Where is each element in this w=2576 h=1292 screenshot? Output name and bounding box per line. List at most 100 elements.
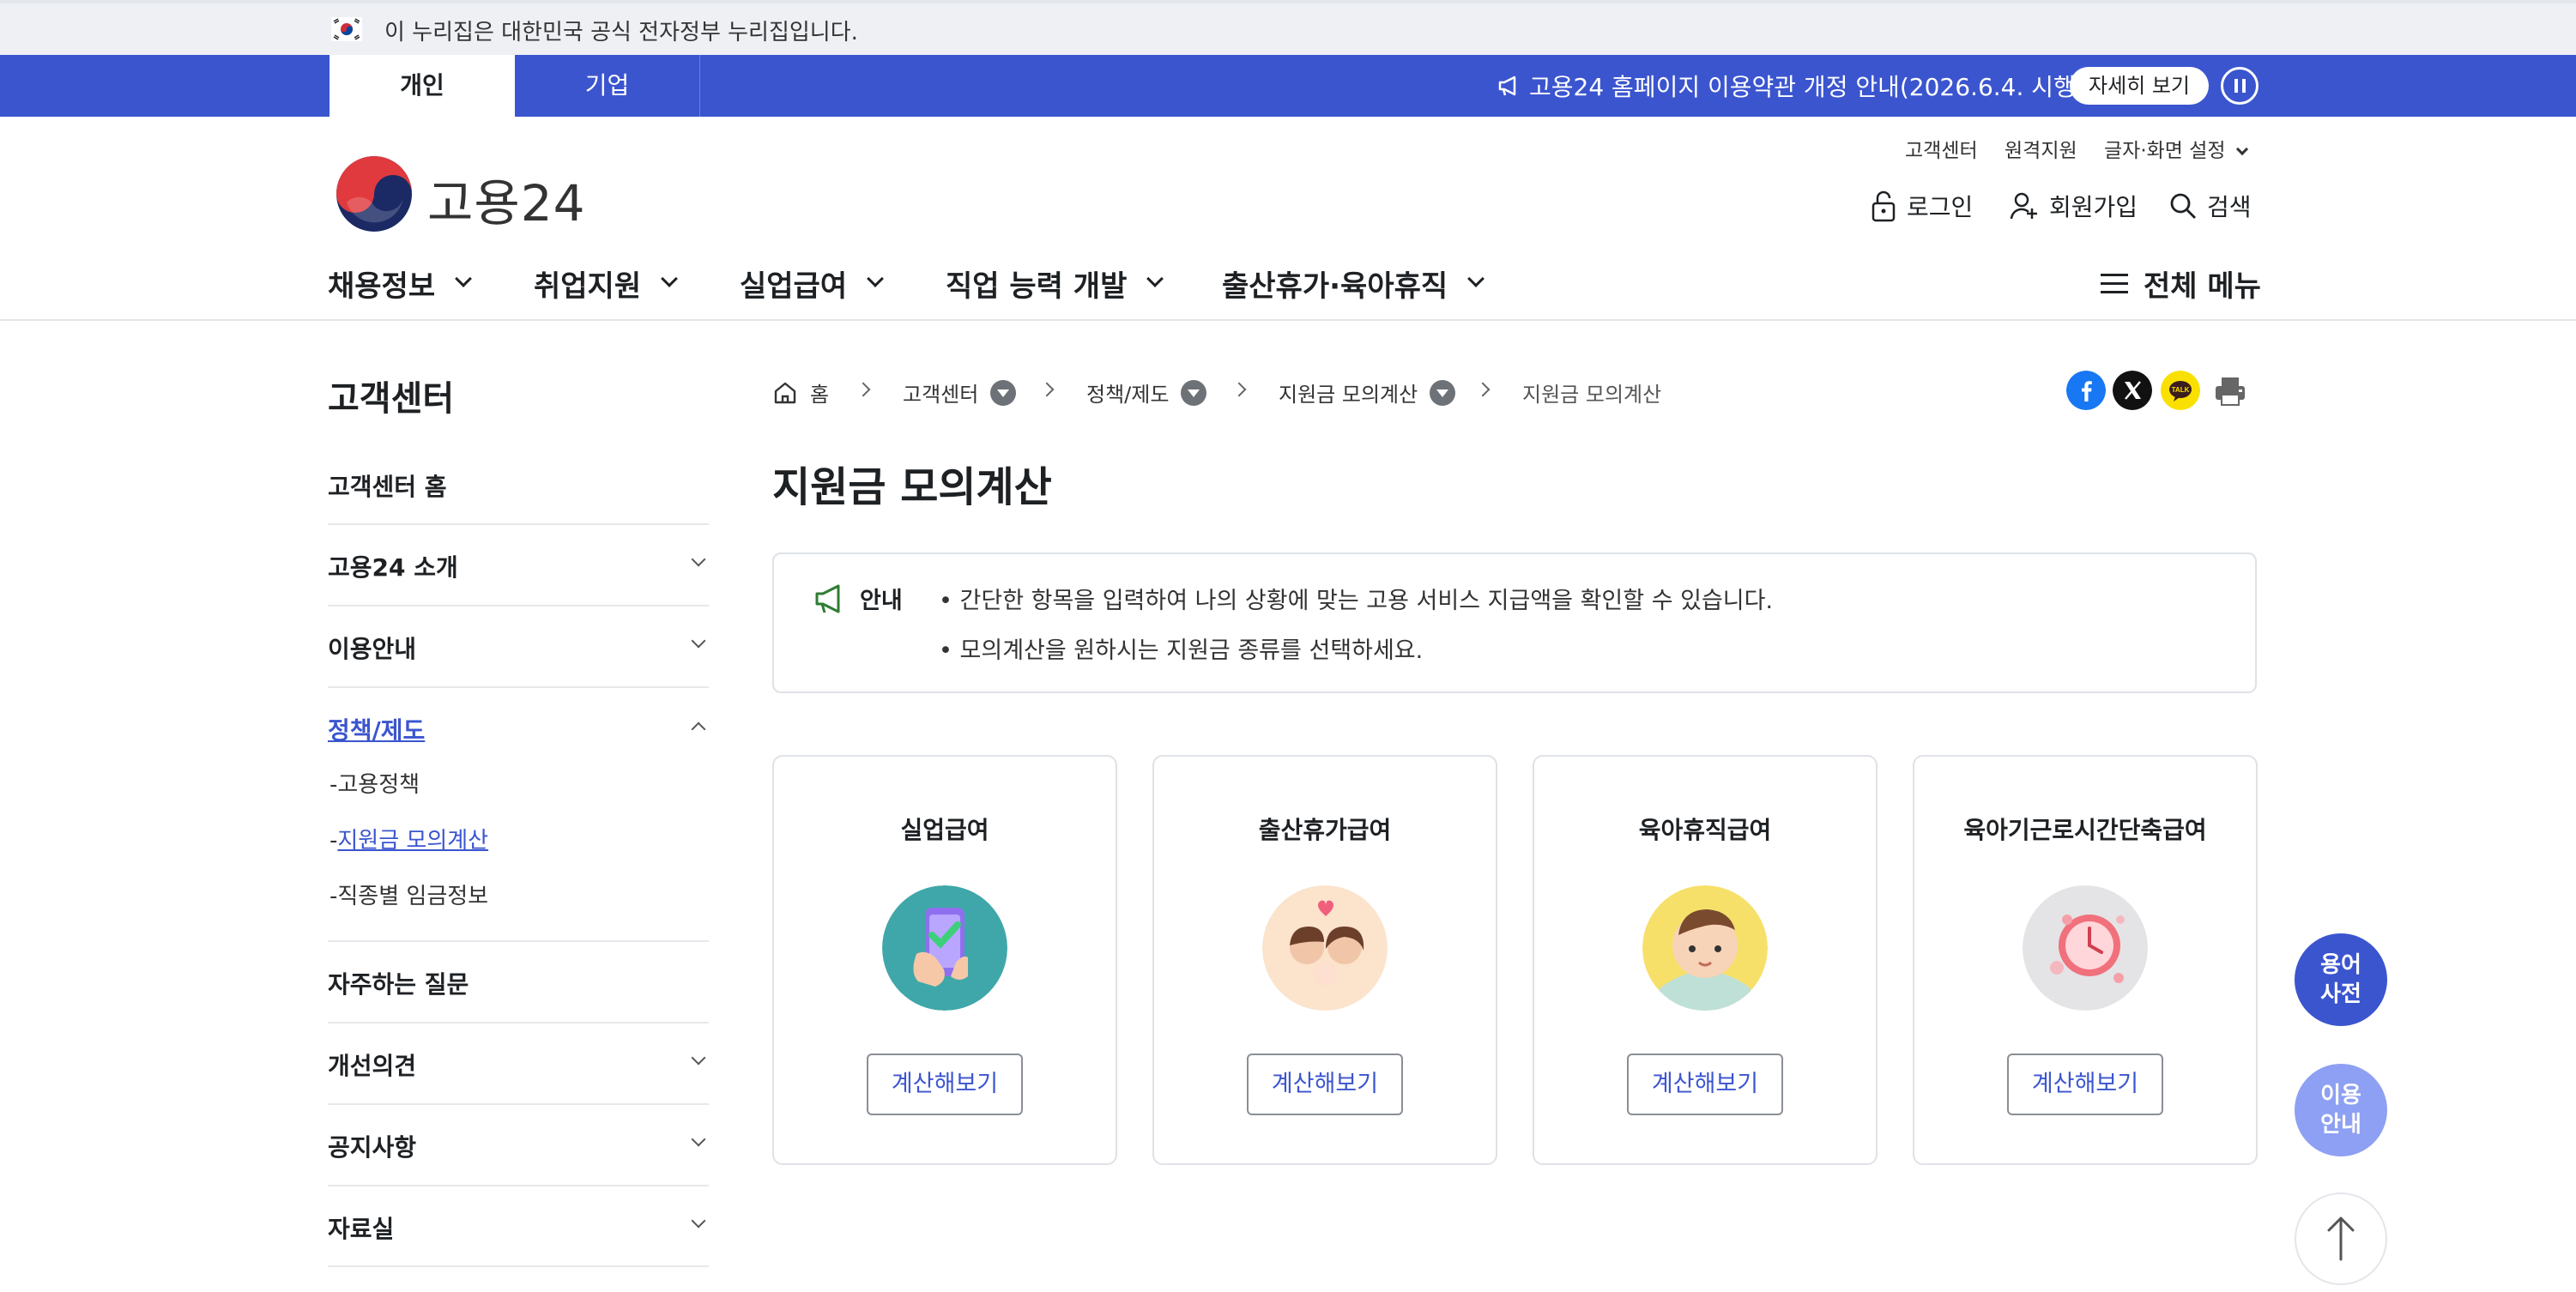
gnb-unemployment-benefit[interactable]: 실업급여	[740, 263, 885, 305]
sub-prefix: -	[330, 828, 338, 854]
breadcrumb-label: 고객센터	[903, 383, 979, 407]
util-customer-center-link[interactable]: 고객센터	[1905, 134, 1978, 163]
glossary-button[interactable]: 용어 사전	[2295, 933, 2387, 1026]
search-label: 검색	[2207, 193, 2252, 221]
all-menu-label: 전체 메뉴	[2144, 269, 2261, 304]
chevron-down-icon	[691, 1132, 706, 1147]
notice-text[interactable]: 고용24 홈페이지 이용약관 개정 안내(2026.6.4. 시행)	[1529, 69, 2085, 103]
notice-detail-button[interactable]: 자세히 보기	[2070, 67, 2209, 105]
chevron-right-icon	[1231, 382, 1247, 397]
card-title: 육아기근로시간단축급여	[1963, 816, 2207, 844]
sub-prefix: -	[330, 772, 338, 798]
gnb-job-info[interactable]: 채용정보	[328, 263, 473, 305]
util-remote-support-link[interactable]: 원격지원	[2005, 134, 2077, 163]
sidebar-item-label: 이용안내	[328, 635, 417, 663]
sidebar-item-archive[interactable]: 자료실	[328, 1210, 709, 1245]
scroll-top-button[interactable]	[2295, 1192, 2387, 1285]
breadcrumb-home[interactable]: 홈	[772, 377, 829, 408]
sidebar-sub-subsidy-calculator[interactable]: -지원금 모의계산	[330, 823, 488, 854]
gnb-label: 실업급여	[740, 269, 848, 304]
calculate-button[interactable]: 계산해보기	[1627, 1054, 1783, 1115]
sidebar-divider	[328, 1103, 709, 1105]
home-icon	[774, 382, 796, 403]
card-title: 출산휴가급여	[1258, 816, 1392, 844]
search-button[interactable]: 검색	[2169, 189, 2252, 223]
all-menu-button[interactable]: 전체 메뉴	[2101, 263, 2261, 305]
page-title: 지원금 모의계산	[772, 463, 1052, 511]
korea-flag-icon	[331, 17, 362, 41]
breadcrumb-calculator[interactable]: 지원금 모의계산	[1279, 377, 1456, 408]
breadcrumb-label: 지원금 모의계산	[1522, 383, 1662, 407]
sidebar-item-notice[interactable]: 공지사항	[328, 1129, 709, 1163]
sidebar-item-label: 고용24 소개	[328, 553, 458, 582]
usage-guide-button[interactable]: 이용 안내	[2295, 1064, 2387, 1156]
chevron-down-icon	[867, 269, 885, 287]
gnb-label: 취업지원	[534, 269, 642, 304]
sub-label: 직종별 임금정보	[337, 884, 489, 909]
pause-icon[interactable]	[2221, 67, 2259, 105]
card-maternity-leave-benefit: 출산휴가급여 계산해보기	[1152, 755, 1497, 1165]
dropdown-circle-icon[interactable]	[1430, 379, 1456, 406]
calculate-button[interactable]: 계산해보기	[2007, 1054, 2163, 1115]
card-unemployment-benefit: 실업급여 계산해보기	[772, 755, 1117, 1165]
sidebar-item-faq[interactable]: 자주하는 질문	[328, 966, 709, 1000]
lock-icon	[1872, 190, 1896, 222]
dropdown-circle-icon[interactable]	[990, 379, 1017, 406]
chevron-down-icon	[691, 1050, 706, 1066]
site-logo-text[interactable]: 고용24	[427, 163, 586, 235]
chevron-right-icon	[856, 382, 871, 397]
sub-label: 지원금 모의계산	[337, 828, 489, 854]
signup-button[interactable]: 회원가입	[2010, 189, 2138, 223]
audience-bar: 개인 기업 고용24 홈페이지 이용약관 개정 안내(2026.6.4. 시행)…	[0, 55, 2576, 117]
chevron-down-icon	[2235, 142, 2248, 156]
sidebar-sub-wage-info[interactable]: -직종별 임금정보	[330, 878, 488, 910]
breadcrumb-label: 홈	[810, 383, 830, 407]
info-line: • 간단한 항목을 입력하여 나의 상황에 맞는 고용 서비스 지급액을 확인할…	[939, 588, 1774, 614]
sidebar-item-policy[interactable]: 정책/제도	[328, 712, 709, 746]
gnb-employment-support[interactable]: 취업지원	[534, 263, 679, 305]
baby-illustration	[1642, 885, 1768, 1011]
info-box: 안내 • 간단한 항목을 입력하여 나의 상황에 맞는 고용 서비스 지급액을 …	[772, 552, 2257, 693]
tab-personal[interactable]: 개인	[330, 55, 515, 117]
chevron-down-icon	[455, 269, 473, 287]
tab-business[interactable]: 기업	[515, 55, 700, 117]
dropdown-circle-icon[interactable]	[1181, 379, 1207, 406]
sidebar-divider	[328, 1185, 709, 1186]
calculate-button[interactable]: 계산해보기	[867, 1054, 1023, 1115]
breadcrumb-label: 정책/제도	[1086, 383, 1170, 407]
gnb-vocational-training[interactable]: 직업 능력 개발	[946, 263, 1164, 305]
breadcrumb-policy[interactable]: 정책/제도	[1086, 377, 1207, 408]
sidebar-item-label: 공지사항	[328, 1133, 417, 1162]
calculate-button[interactable]: 계산해보기	[1247, 1054, 1403, 1115]
sidebar-item-usage-guide[interactable]: 이용안내	[328, 631, 709, 665]
kakaotalk-icon[interactable]: TALK	[2161, 371, 2200, 410]
sidebar-item-label: 고객센터 홈	[328, 473, 447, 501]
megaphone-icon	[1498, 75, 1516, 96]
hamburger-icon	[2101, 273, 2128, 294]
gnb-label: 출산휴가·육아휴직	[1222, 269, 1448, 304]
sidebar-item-intro[interactable]: 고용24 소개	[328, 549, 709, 583]
sidebar-item-label: 자주하는 질문	[328, 970, 469, 999]
util-display-settings[interactable]: 글자·화면 설정	[2104, 134, 2248, 163]
gnb-maternity-parental-leave[interactable]: 출산휴가·육아휴직	[1222, 263, 1485, 305]
chevron-down-icon	[1146, 269, 1164, 287]
card-title: 실업급여	[900, 816, 989, 844]
sidebar-item-cs-home[interactable]: 고객센터 홈	[328, 468, 709, 503]
search-icon	[2170, 193, 2196, 219]
sidebar-item-label: 개선의견	[328, 1052, 417, 1080]
government-logo-icon[interactable]	[335, 154, 414, 233]
sidebar-divider	[328, 686, 709, 688]
login-label: 로그인	[1907, 193, 1974, 221]
chevron-down-icon	[1467, 269, 1485, 287]
gov-banner: 이 누리집은 대한민국 공식 전자정부 누리집입니다.	[0, 0, 2576, 55]
sidebar-item-feedback[interactable]: 개선의견	[328, 1047, 709, 1082]
print-icon[interactable]	[2210, 371, 2250, 410]
login-button[interactable]: 로그인	[1871, 189, 1973, 223]
facebook-icon[interactable]	[2066, 371, 2106, 410]
breadcrumb-cs[interactable]: 고객센터	[903, 377, 1017, 408]
sidebar-sub-employment-policy[interactable]: -고용정책	[330, 767, 420, 799]
breadcrumb-current: 지원금 모의계산	[1522, 377, 1661, 408]
chevron-up-icon	[691, 721, 706, 737]
x-icon[interactable]	[2113, 371, 2152, 410]
clock-illustration	[2023, 885, 2148, 1011]
